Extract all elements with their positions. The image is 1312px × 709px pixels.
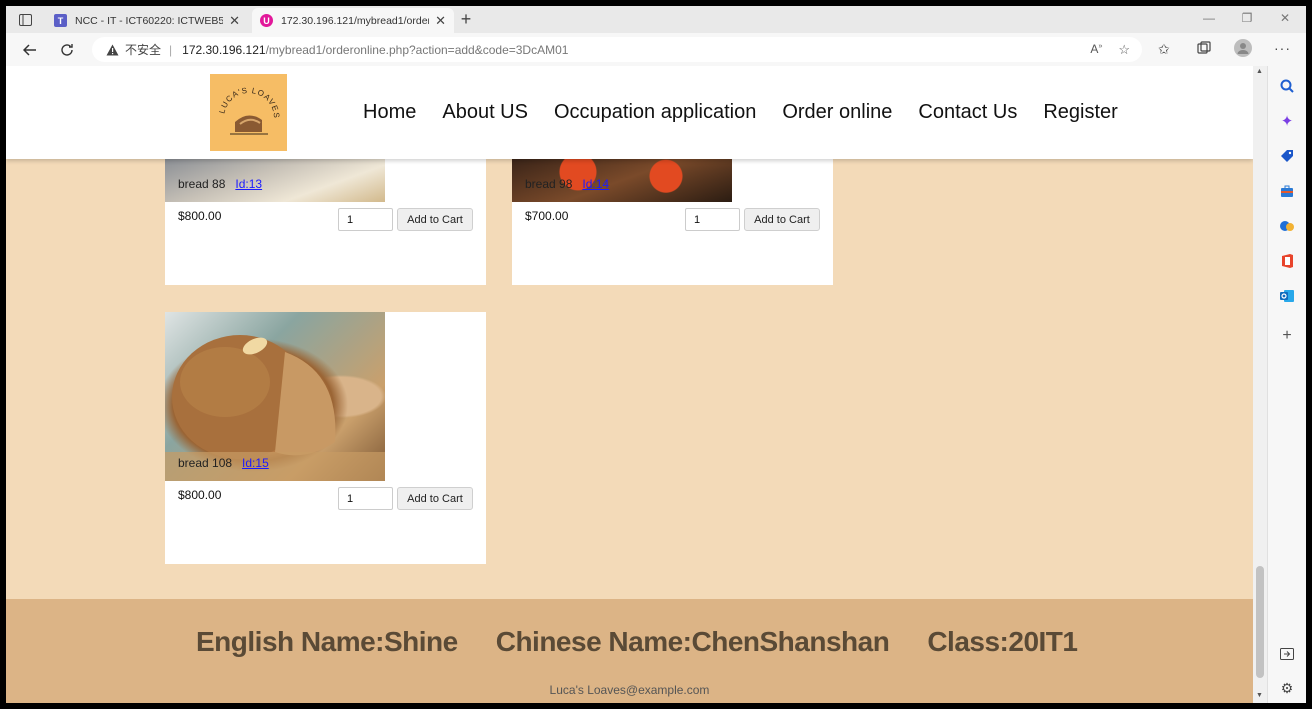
tab-title: 172.30.196.121/mybread1/order <box>281 14 430 27</box>
nav-order-online[interactable]: Order online <box>782 101 892 124</box>
footer-email: Luca's Loaves@example.com <box>549 683 710 697</box>
svg-text:LUCA'S LOAVES: LUCA'S LOAVES <box>217 86 281 119</box>
footer-class: Class:20IT1 <box>927 626 1078 657</box>
tab-actions-icon[interactable] <box>14 10 36 30</box>
nav-occupation[interactable]: Occupation application <box>554 101 756 124</box>
tab-bar: T NCC - IT - ICT60220: ICTWEB513 ✕ U 172… <box>6 6 1306 33</box>
page-scrollbar[interactable]: ▲ ▼ <box>1253 66 1267 703</box>
nav-about[interactable]: About US <box>442 101 528 124</box>
product-id-link[interactable]: Id:15 <box>242 456 269 470</box>
nav-home[interactable]: Home <box>363 101 416 124</box>
quantity-input[interactable] <box>338 487 393 510</box>
sidebar-collapse-icon[interactable] <box>1279 646 1295 662</box>
separator: | <box>169 42 173 57</box>
product-card: bread 108 Id:15 $800.00 Add to Cart <box>165 312 486 564</box>
restore-icon[interactable]: ❐ <box>1232 11 1262 25</box>
security-label: 不安全 <box>125 43 162 57</box>
logo-text: LUCA'S LOAVES <box>217 86 280 119</box>
edge-sidebar: ✦ + ⚙ <box>1267 66 1306 703</box>
quantity-input[interactable] <box>685 208 740 231</box>
product-name: bread 108 <box>178 456 233 470</box>
scroll-up-icon[interactable]: ▲ <box>1256 68 1263 75</box>
footer-english-name: English Name:Shine <box>196 626 458 657</box>
office-icon[interactable] <box>1279 253 1295 269</box>
product-price: $800.00 <box>178 488 222 502</box>
footer-chinese-name: Chinese Name:ChenShanshan <box>495 626 890 657</box>
new-tab-icon[interactable]: + <box>456 9 476 30</box>
search-icon[interactable] <box>1279 78 1295 94</box>
scroll-thumb[interactable] <box>1256 566 1264 678</box>
site-header: LUCA'S LOAVES Home About US Occupation a… <box>6 66 1253 159</box>
site-logo[interactable]: LUCA'S LOAVES <box>210 74 287 151</box>
outlook-icon[interactable] <box>1279 288 1295 304</box>
close-tab-icon[interactable]: ✕ <box>229 13 240 29</box>
scroll-down-icon[interactable]: ▼ <box>1256 692 1263 699</box>
site-footer: English Name:Shine Chinese Name:ChenShans… <box>6 599 1253 703</box>
profile-avatar-icon[interactable] <box>1234 39 1252 57</box>
warning-icon[interactable] <box>106 44 119 56</box>
read-aloud-icon[interactable]: A» <box>1090 42 1102 58</box>
add-to-cart-button[interactable]: Add to Cart <box>397 487 473 510</box>
main-nav: Home About US Occupation application Ord… <box>363 101 1118 124</box>
footer-student-info: English Name:Shine Chinese Name:ChenShans… <box>196 626 1115 658</box>
nav-register[interactable]: Register <box>1043 101 1117 124</box>
favorites-icon[interactable]: ✩ <box>1158 41 1170 58</box>
tab-ncc[interactable]: T NCC - IT - ICT60220: ICTWEB513 ✕ <box>46 8 248 33</box>
teams-icon: T <box>54 14 67 27</box>
tab-title: NCC - IT - ICT60220: ICTWEB513 <box>75 14 224 27</box>
favorite-add-icon[interactable]: ☆ <box>1118 42 1130 58</box>
url-path: /mybread1/orderonline.php?action=add&cod… <box>265 42 569 57</box>
product-label: bread 108 Id:15 <box>178 456 269 470</box>
address-toolbar: 不安全 | 172.30.196.121 /mybread1/orderonli… <box>6 33 1306 66</box>
tools-icon[interactable] <box>1279 183 1295 199</box>
copilot-icon[interactable]: ✦ <box>1279 113 1295 130</box>
more-options-icon[interactable]: ··· <box>1274 40 1291 56</box>
product-id-link[interactable]: Id:14 <box>582 177 609 191</box>
back-icon[interactable] <box>19 39 41 61</box>
product-name: bread 98 <box>525 177 573 191</box>
product-name: bread 88 <box>178 177 226 191</box>
add-to-cart-button[interactable]: Add to Cart <box>744 208 820 231</box>
page-viewport: bread 88 Id:13 $800.00 Add to Cart bread … <box>6 66 1253 703</box>
add-sidebar-icon[interactable]: + <box>1279 327 1295 344</box>
settings-gear-icon[interactable]: ⚙ <box>1279 680 1295 696</box>
shopping-tag-icon[interactable] <box>1279 148 1295 164</box>
address-bar[interactable]: 不安全 | 172.30.196.121 /mybread1/orderonli… <box>92 37 1142 62</box>
collections-icon[interactable] <box>1197 41 1211 55</box>
add-to-cart-button[interactable]: Add to Cart <box>397 208 473 231</box>
minimize-icon[interactable]: — <box>1194 11 1224 25</box>
games-icon[interactable] <box>1279 218 1295 234</box>
close-tab-icon[interactable]: ✕ <box>435 13 446 29</box>
tab-orderonline[interactable]: U 172.30.196.121/mybread1/order ✕ <box>252 8 454 33</box>
refresh-icon[interactable] <box>56 39 78 61</box>
close-window-icon[interactable]: ✕ <box>1270 11 1300 25</box>
product-price: $800.00 <box>178 209 222 223</box>
product-id-link[interactable]: Id:13 <box>235 177 262 191</box>
nav-contact[interactable]: Contact Us <box>918 101 1017 124</box>
browser-window: T NCC - IT - ICT60220: ICTWEB513 ✕ U 172… <box>6 6 1306 703</box>
site-favicon-icon: U <box>260 14 273 27</box>
url-host: 172.30.196.121 <box>182 42 266 57</box>
product-label: bread 88 Id:13 <box>178 177 262 191</box>
quantity-input[interactable] <box>338 208 393 231</box>
product-price: $700.00 <box>525 209 569 223</box>
product-label: bread 98 Id:14 <box>525 177 609 191</box>
